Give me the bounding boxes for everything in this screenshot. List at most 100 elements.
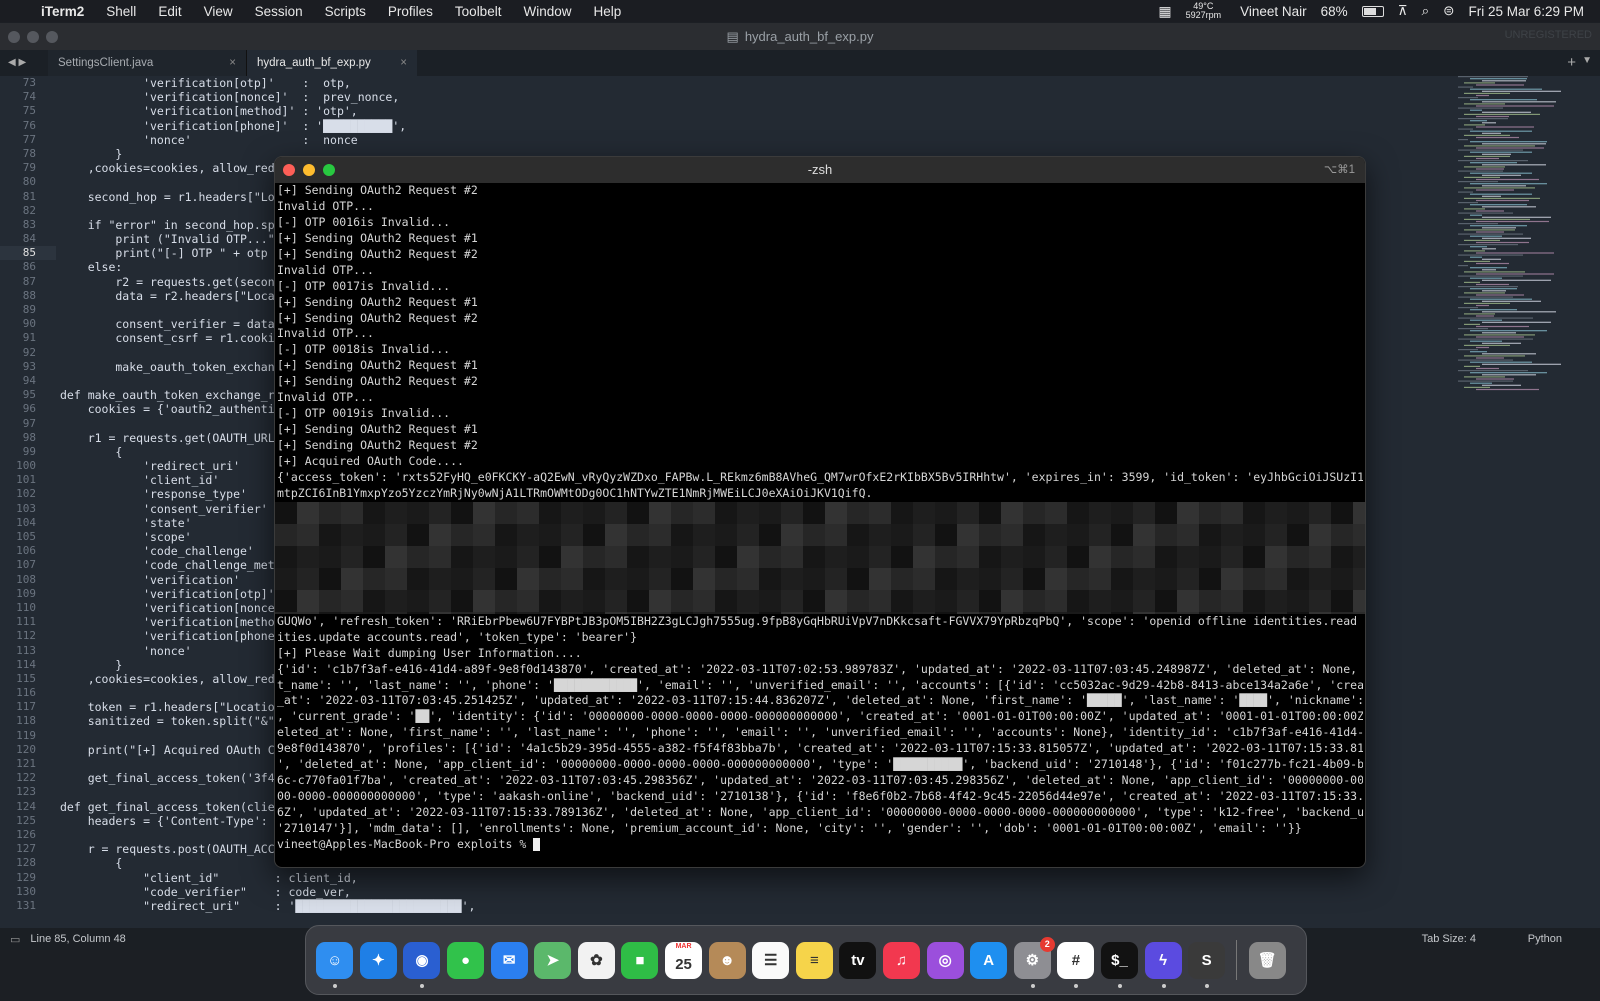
line-number[interactable]: 93 — [0, 360, 56, 374]
line-number[interactable]: 97 — [0, 417, 56, 431]
firefox-app-icon[interactable]: ◉ — [403, 941, 441, 988]
menu-help[interactable]: Help — [582, 4, 632, 19]
temp-readout[interactable]: 49°C 5927rpm — [1179, 2, 1229, 20]
code-line[interactable]: "client_id" : client_id, — [60, 871, 475, 885]
code-line[interactable]: "code_verifier" : code_ver, — [60, 885, 475, 899]
zoom-window-button[interactable] — [46, 31, 58, 43]
line-number[interactable]: 90 — [0, 317, 56, 331]
contacts-app-icon[interactable]: ☻ — [708, 941, 746, 979]
mail-app-icon[interactable]: ✉ — [490, 941, 528, 979]
line-number[interactable]: 108 — [0, 573, 56, 587]
line-number[interactable]: 75 — [0, 104, 56, 118]
line-number[interactable]: 76 — [0, 119, 56, 133]
line-number[interactable]: 117 — [0, 700, 56, 714]
sublime-app-icon[interactable]: S — [1188, 941, 1226, 988]
menu-clock[interactable]: Fri 25 Mar 6:29 PM — [1461, 4, 1600, 19]
vpn-icon[interactable]: ⊼ — [1391, 3, 1415, 19]
line-number[interactable]: 92 — [0, 346, 56, 360]
photos-app-icon[interactable]: ✿ — [577, 941, 615, 979]
line-number[interactable]: 89 — [0, 303, 56, 317]
sidebar-toggle-icon[interactable]: ▭ — [10, 933, 20, 946]
line-number[interactable]: 84 — [0, 232, 56, 246]
maps-app-icon[interactable]: ➤ — [534, 941, 572, 979]
code-line[interactable]: 'verification[method]' : 'otp', — [60, 104, 475, 118]
line-number[interactable]: 131 — [0, 899, 56, 913]
line-number[interactable]: 118 — [0, 714, 56, 728]
terminal-prompt-line[interactable]: vineet@Apples-MacBook-Pro exploits % — [277, 837, 1363, 853]
line-number[interactable]: 111 — [0, 615, 56, 629]
line-number[interactable]: 109 — [0, 587, 56, 601]
menu-session[interactable]: Session — [244, 4, 314, 19]
calendar-app-icon[interactable]: 25 MAR — [665, 941, 703, 979]
line-number[interactable]: 94 — [0, 374, 56, 388]
line-number[interactable]: 83 — [0, 218, 56, 232]
line-number[interactable]: 122 — [0, 771, 56, 785]
menu-shell[interactable]: Shell — [95, 4, 147, 19]
line-number[interactable]: 130 — [0, 885, 56, 899]
minimap[interactable] — [1452, 76, 1592, 406]
terminal-output[interactable]: [+] Sending OAuth2 Request #2 Invalid OTP… — [275, 183, 1365, 853]
reminders-app-icon[interactable]: ☰ — [752, 941, 790, 979]
line-number[interactable]: 106 — [0, 544, 56, 558]
terminal-minimize-button[interactable] — [303, 164, 315, 176]
line-number[interactable]: 88 — [0, 289, 56, 303]
line-number[interactable]: 127 — [0, 842, 56, 856]
tab-list-icon[interactable]: ▼ — [1582, 55, 1592, 66]
line-number[interactable]: 79 — [0, 161, 56, 175]
tab-size[interactable]: Tab Size: 4 — [1422, 933, 1476, 945]
line-number[interactable]: 113 — [0, 644, 56, 658]
line-number[interactable]: 82 — [0, 204, 56, 218]
line-number[interactable]: 77 — [0, 133, 56, 147]
menu-scripts[interactable]: Scripts — [314, 4, 377, 19]
code-line[interactable]: 'nonce' : nonce — [60, 133, 475, 147]
terminal-window[interactable]: -zsh ⌥⌘1 [+] Sending OAuth2 Request #2 In… — [274, 156, 1366, 868]
line-number[interactable]: 120 — [0, 743, 56, 757]
line-number[interactable]: 100 — [0, 459, 56, 473]
menu-app-name[interactable]: iTerm2 — [30, 4, 95, 19]
code-line[interactable]: 'verification[phone]' : '██████████', — [60, 119, 475, 133]
line-number[interactable]: 96 — [0, 402, 56, 416]
line-number[interactable]: 91 — [0, 331, 56, 345]
iterm-app-icon[interactable]: $_ — [1100, 941, 1138, 988]
battery-icon[interactable] — [1355, 4, 1391, 19]
line-number[interactable]: 81 — [0, 190, 56, 204]
line-number[interactable]: 105 — [0, 530, 56, 544]
safari-app-icon[interactable]: ✦ — [359, 941, 397, 979]
code-line[interactable]: "redirect_uri" : '██████████████████████… — [60, 899, 475, 913]
music-app-icon[interactable]: ♫ — [883, 941, 921, 979]
menu-toolbelt[interactable]: Toolbelt — [444, 4, 513, 19]
system-preferences-app-icon[interactable]: ⚙ 2 — [1013, 936, 1055, 988]
line-number[interactable]: 116 — [0, 686, 56, 700]
terminal-close-button[interactable] — [283, 164, 295, 176]
line-number[interactable]: 104 — [0, 516, 56, 530]
line-number[interactable]: 107 — [0, 558, 56, 572]
facetime-app-icon[interactable]: ■ — [621, 941, 659, 979]
line-number[interactable]: 115 — [0, 672, 56, 686]
appstore-app-icon[interactable]: A — [970, 941, 1008, 979]
terminal-zoom-button[interactable] — [323, 164, 335, 176]
line-number[interactable]: 74 — [0, 90, 56, 104]
menu-profiles[interactable]: Profiles — [377, 4, 444, 19]
tab-hydra-auth[interactable]: hydra_auth_bf_exp.py × — [247, 50, 417, 76]
line-number[interactable]: 126 — [0, 828, 56, 842]
tab-nav-arrows[interactable]: ◀ ▶ — [0, 50, 48, 76]
line-number[interactable]: 121 — [0, 757, 56, 771]
line-number[interactable]: 124 — [0, 800, 56, 814]
tab-settingsclient[interactable]: SettingsClient.java × — [48, 50, 247, 76]
close-tab-icon[interactable]: × — [229, 57, 236, 69]
code-line[interactable]: 'verification[nonce]' : prev_nonce, — [60, 90, 475, 104]
line-number[interactable]: 114 — [0, 658, 56, 672]
line-number[interactable]: 110 — [0, 601, 56, 615]
line-number[interactable]: 85 — [0, 246, 56, 261]
line-number[interactable]: 86 — [0, 260, 56, 274]
search-icon[interactable]: ⌕ — [1415, 3, 1437, 19]
menu-view[interactable]: View — [193, 4, 244, 19]
new-tab-icon[interactable]: + — [1567, 54, 1576, 71]
line-number[interactable]: 73 — [0, 76, 56, 90]
line-number[interactable]: 87 — [0, 275, 56, 289]
close-window-button[interactable] — [8, 31, 20, 43]
cpu-fan-icon[interactable]: ▦ — [1151, 3, 1178, 20]
syntax-language[interactable]: Python — [1528, 933, 1562, 945]
user-name[interactable]: Vineet Nair — [1228, 4, 1314, 19]
close-tab-icon[interactable]: × — [400, 57, 407, 69]
